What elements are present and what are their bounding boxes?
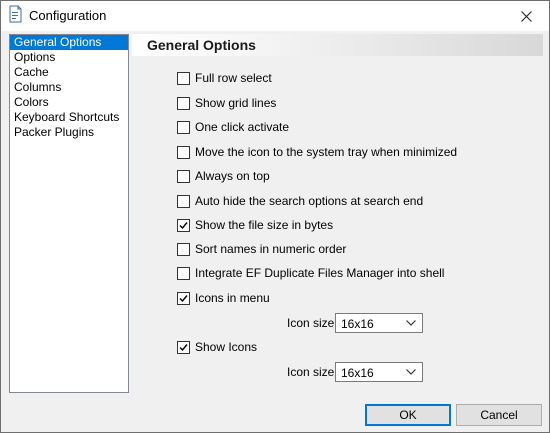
- option-one-click-activate[interactable]: One click activate: [177, 119, 289, 135]
- show-icon-size-label: Icon size: [287, 365, 335, 379]
- option-label: Show grid lines: [195, 96, 277, 110]
- option-minimize-to-tray[interactable]: Move the icon to the system tray when mi…: [177, 144, 457, 160]
- category-list[interactable]: General Options Options Cache Columns Co…: [9, 34, 129, 393]
- dropdown-value: 16x16: [341, 366, 374, 380]
- cancel-button[interactable]: Cancel: [456, 404, 542, 426]
- checkbox[interactable]: [177, 242, 190, 256]
- dropdown-value: 16x16: [341, 317, 374, 331]
- option-label: Auto hide the search options at search e…: [195, 194, 424, 208]
- show-icon-size-dropdown[interactable]: 16x16: [335, 362, 423, 382]
- option-label: Always on top: [195, 169, 270, 183]
- option-file-size-bytes[interactable]: Show the file size in bytes: [177, 217, 333, 233]
- checkbox[interactable]: [177, 340, 190, 354]
- option-label: Show Icons: [195, 340, 258, 354]
- title-bar: Configuration: [1, 1, 549, 31]
- ok-button[interactable]: OK: [365, 404, 451, 426]
- option-show-grid-lines[interactable]: Show grid lines: [177, 95, 276, 111]
- checkmark-icon: [179, 343, 188, 351]
- checkbox[interactable]: [177, 169, 190, 183]
- checkmark-icon: [179, 294, 188, 302]
- nav-item-keyboard-shortcuts[interactable]: Keyboard Shortcuts: [10, 110, 128, 125]
- checkbox[interactable]: [177, 71, 190, 85]
- chevron-down-icon: [406, 320, 416, 326]
- configuration-dialog: Configuration General Options Options Ca…: [0, 0, 550, 433]
- option-auto-hide-search[interactable]: Auto hide the search options at search e…: [177, 193, 423, 209]
- checkbox[interactable]: [177, 145, 190, 159]
- option-label: One click activate: [195, 120, 290, 134]
- option-icons-in-menu[interactable]: Icons in menu: [177, 290, 270, 306]
- nav-item-cache[interactable]: Cache: [10, 65, 128, 80]
- option-label: Integrate EF Duplicate Files Manager int…: [195, 266, 445, 280]
- option-sort-numeric[interactable]: Sort names in numeric order: [177, 241, 346, 257]
- nav-item-options[interactable]: Options: [10, 50, 128, 65]
- window-title: Configuration: [29, 8, 107, 23]
- menu-icon-size-dropdown[interactable]: 16x16: [335, 313, 423, 333]
- nav-item-packer-plugins[interactable]: Packer Plugins: [10, 125, 128, 140]
- app-icon: [7, 5, 23, 23]
- option-label: Sort names in numeric order: [195, 242, 347, 256]
- checkbox[interactable]: [177, 218, 190, 232]
- option-label: Icons in menu: [195, 291, 270, 305]
- option-always-on-top[interactable]: Always on top: [177, 168, 270, 184]
- checkbox[interactable]: [177, 266, 190, 280]
- option-show-icons[interactable]: Show Icons: [177, 339, 257, 355]
- option-label: Move the icon to the system tray when mi…: [195, 145, 458, 159]
- checkbox[interactable]: [177, 120, 190, 134]
- option-full-row-select[interactable]: Full row select: [177, 70, 272, 86]
- nav-item-columns[interactable]: Columns: [10, 80, 128, 95]
- close-button[interactable]: [503, 1, 549, 31]
- nav-item-colors[interactable]: Colors: [10, 95, 128, 110]
- menu-icon-size-label: Icon size: [287, 316, 335, 330]
- chevron-down-icon: [406, 369, 416, 375]
- checkbox[interactable]: [177, 96, 190, 110]
- panel-header: General Options: [132, 34, 543, 56]
- checkbox[interactable]: [177, 194, 190, 208]
- panel-title: General Options: [147, 37, 256, 53]
- checkbox[interactable]: [177, 291, 190, 305]
- nav-item-general-options[interactable]: General Options: [10, 35, 128, 50]
- general-options-panel: General Options Full row select Show gri…: [132, 34, 543, 391]
- option-integrate-shell[interactable]: Integrate EF Duplicate Files Manager int…: [177, 265, 444, 281]
- option-label: Show the file size in bytes: [195, 218, 334, 232]
- close-icon: [520, 10, 532, 22]
- option-label: Full row select: [195, 71, 272, 85]
- checkmark-icon: [179, 221, 188, 229]
